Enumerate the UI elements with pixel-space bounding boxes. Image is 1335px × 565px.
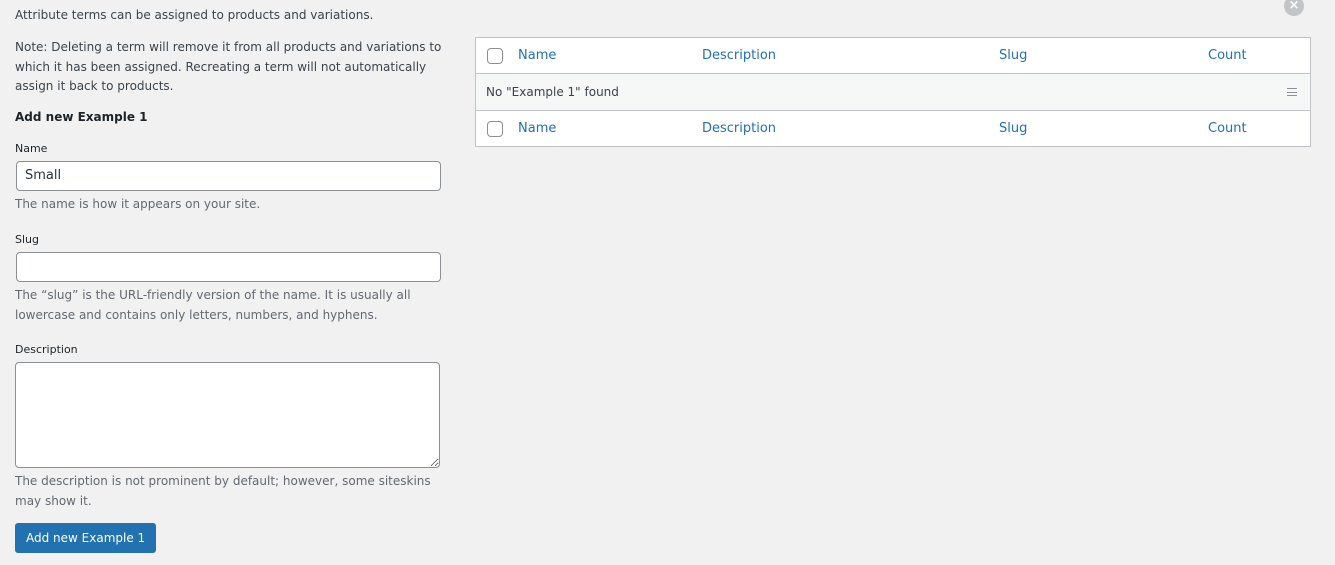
slug-label: Slug: [15, 232, 39, 246]
column-footer-count[interactable]: Count: [1208, 111, 1247, 147]
table-header-row: Name Description Slug Count: [476, 38, 1310, 74]
column-header-name[interactable]: Name: [518, 38, 556, 74]
description-textarea[interactable]: [15, 361, 440, 468]
slug-input[interactable]: [16, 251, 441, 282]
column-header-slug[interactable]: Slug: [999, 38, 1027, 74]
select-all-checkbox[interactable]: [487, 48, 503, 64]
name-hint: The name is how it appears on your site.: [15, 196, 261, 211]
form-title: Add new Example 1: [15, 109, 148, 124]
table-footer-row: Name Description Slug Count: [476, 110, 1310, 146]
select-all-checkbox-footer[interactable]: [487, 121, 503, 137]
column-header-description[interactable]: Description: [702, 38, 776, 74]
description-label: Description: [15, 342, 78, 356]
name-label: Name: [15, 141, 48, 155]
terms-table: Name Description Slug Count No "Example …: [475, 37, 1311, 147]
table-empty-row: No "Example 1" found: [476, 74, 1310, 110]
menu-lines-icon[interactable]: [1287, 88, 1297, 96]
description-hint: The description is not prominent by defa…: [15, 473, 431, 508]
add-term-form: Note: Deleting a term will remove it fro…: [15, 38, 450, 553]
column-footer-name[interactable]: Name: [518, 111, 556, 147]
slug-hint: The “slug” is the URL-friendly version o…: [15, 287, 411, 322]
name-input[interactable]: [16, 160, 441, 191]
add-term-button[interactable]: Add new Example 1: [15, 522, 157, 553]
column-header-count[interactable]: Count: [1208, 38, 1247, 74]
no-items-message: No "Example 1" found: [486, 85, 619, 99]
intro-text: Attribute terms can be assigned to produ…: [15, 8, 374, 22]
delete-note: Note: Deleting a term will remove it fro…: [15, 40, 442, 93]
column-footer-description[interactable]: Description: [702, 111, 776, 147]
column-footer-slug[interactable]: Slug: [999, 111, 1027, 147]
close-icon[interactable]: ×: [1284, 0, 1304, 16]
